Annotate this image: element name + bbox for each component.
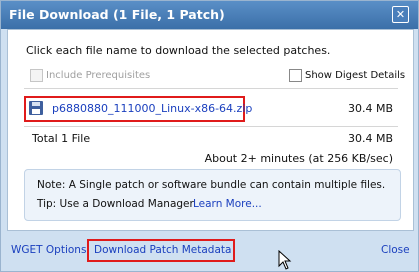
dialog-titlebar[interactable]: File Download (1 File, 1 Patch) ✕ — [1, 1, 418, 29]
note-box: Note: A Single patch or software bundle … — [24, 169, 401, 221]
include-prerequisites-checkbox[interactable] — [30, 69, 43, 82]
floppy-disk-icon — [29, 101, 43, 115]
download-patch-metadata-link[interactable]: Download Patch Metadata — [94, 244, 231, 256]
tip-text: Tip: Use a Download Manager — [37, 198, 194, 210]
show-digest-details-checkbox[interactable] — [289, 69, 302, 82]
divider — [24, 126, 398, 127]
total-files-label: Total 1 File — [32, 132, 91, 145]
file-download-dialog: File Download (1 File, 1 Patch) ✕ Click … — [0, 0, 419, 272]
wget-options-link[interactable]: WGET Options — [11, 244, 86, 256]
learn-more-link[interactable]: Learn More... — [193, 198, 262, 210]
instruction-text: Click each file name to download the sel… — [26, 44, 331, 57]
divider — [24, 88, 398, 89]
download-panel: Click each file name to download the sel… — [7, 29, 414, 231]
file-size: 30.4 MB — [347, 102, 393, 115]
show-digest-details-label: Show Digest Details — [305, 70, 406, 81]
total-size: 30.4 MB — [347, 132, 393, 145]
include-prerequisites-label: Include Prerequisites — [46, 70, 151, 81]
note-text: Note: A Single patch or software bundle … — [37, 179, 386, 191]
close-link[interactable]: Close — [381, 244, 410, 256]
time-estimate: About 2+ minutes (at 256 KB/sec) — [204, 152, 393, 165]
dialog-title: File Download (1 File, 1 Patch) — [9, 7, 225, 22]
close-icon[interactable]: ✕ — [392, 6, 409, 23]
mouse-pointer-icon — [278, 250, 292, 270]
file-download-link[interactable]: p6880880_111000_Linux-x86-64.zip — [52, 102, 252, 115]
